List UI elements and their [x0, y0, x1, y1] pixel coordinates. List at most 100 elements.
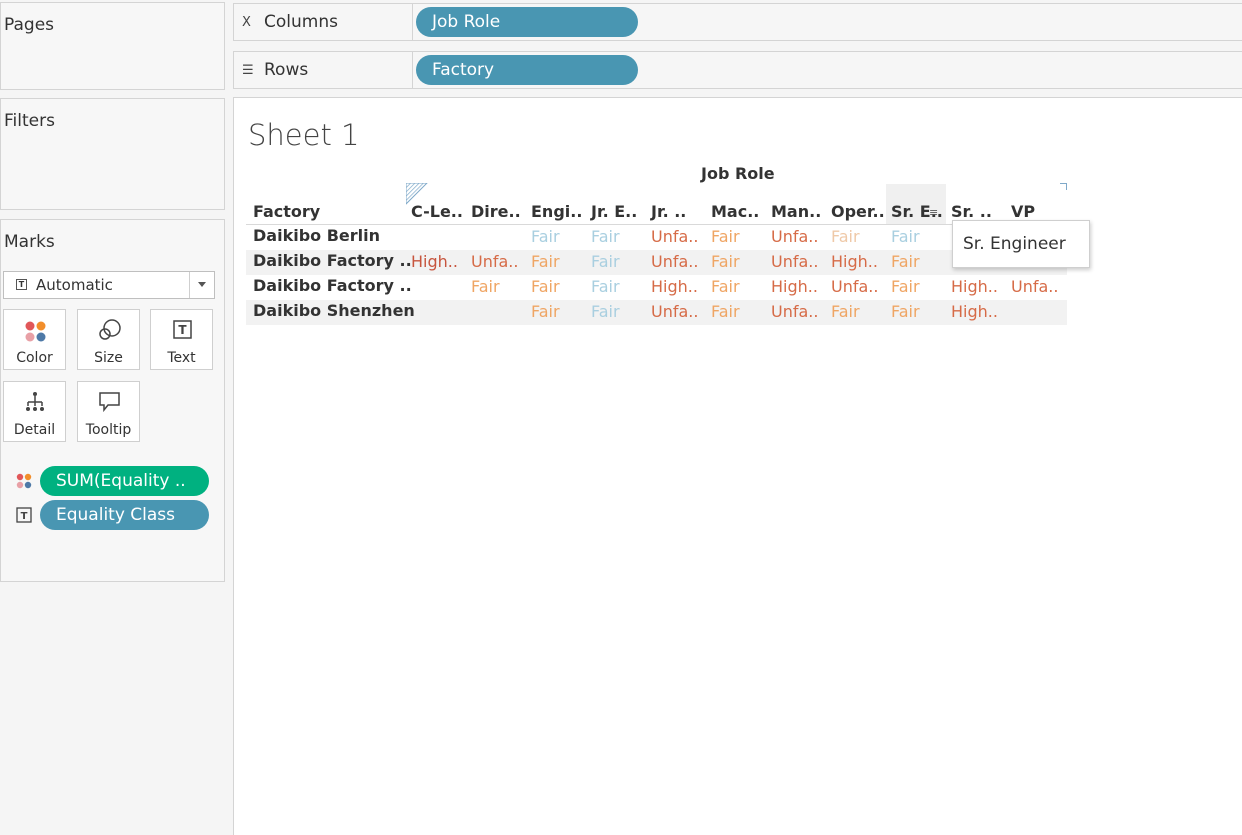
rows-shelf[interactable]: ☰ Rows Factory [233, 51, 1242, 89]
text-field-icon: T [16, 507, 32, 523]
pages-card[interactable]: Pages [0, 2, 225, 90]
factory-pill-label: Factory [432, 60, 495, 80]
header-tooltip: Sr. Engineer [952, 220, 1090, 268]
color-field-icon [16, 473, 32, 489]
size-label: Size [94, 350, 123, 366]
table-cell[interactable]: High.. [651, 277, 698, 296]
table-cell[interactable]: Fair [891, 302, 920, 321]
sum-equality-pill[interactable]: SUM(Equality .. [40, 466, 209, 496]
table-cell[interactable]: Fair [891, 277, 920, 296]
table-cell[interactable]: Fair [891, 227, 920, 246]
table-cell[interactable]: High.. [831, 252, 878, 271]
corner-marker [1060, 183, 1067, 190]
rows-label: Rows [264, 60, 309, 80]
color-button[interactable]: Color [3, 309, 66, 370]
table-cell[interactable]: Fair [711, 302, 740, 321]
worksheet-view[interactable]: Sheet 1 Job Role Factory C-Le.. Dire.. Eng… [233, 97, 1242, 835]
text-mark-icon: T [16, 279, 27, 290]
row-header[interactable]: Daikibo Factory .. [253, 251, 412, 270]
columns-icon: Ⅹ [242, 14, 251, 30]
sort-icon[interactable]: ≡ [929, 206, 938, 219]
table-cell[interactable]: Unfa.. [651, 302, 698, 321]
column-header[interactable]: Sr. .. [951, 202, 992, 221]
table-cell[interactable]: Fair [591, 227, 620, 246]
table-cell[interactable]: Fair [711, 252, 740, 271]
tooltip-label: Tooltip [85, 422, 132, 438]
table-cell[interactable]: Unfa.. [771, 302, 818, 321]
row-header[interactable]: Daikibo Berlin [253, 226, 380, 245]
marks-title: Marks [4, 232, 55, 252]
text-button[interactable]: T Text [150, 309, 213, 370]
table-cell[interactable]: Fair [591, 252, 620, 271]
pages-title: Pages [4, 15, 55, 35]
column-header[interactable]: Dire.. [471, 202, 521, 221]
sum-equality-label: SUM(Equality .. [56, 471, 186, 491]
columns-shelf-label: Ⅹ Columns [234, 4, 413, 40]
table-cell[interactable]: Fair [591, 277, 620, 296]
svg-text:T: T [178, 323, 187, 337]
columns-shelf[interactable]: Ⅹ Columns Job Role [233, 3, 1242, 41]
table-cell[interactable]: Fair [531, 252, 560, 271]
columns-label: Columns [264, 12, 338, 32]
text-label: Text [167, 350, 196, 366]
table-cell[interactable]: Fair [831, 227, 860, 246]
table-cell[interactable]: Fair [711, 227, 740, 246]
size-icon [99, 319, 121, 340]
column-header[interactable]: Jr. .. [651, 202, 686, 221]
table-cell[interactable]: Unfa.. [771, 252, 818, 271]
row-header[interactable]: Daikibo Shenzhen [253, 301, 415, 320]
table-cell[interactable]: Fair [711, 277, 740, 296]
table-cell[interactable]: High.. [771, 277, 818, 296]
column-header[interactable]: Jr. E.. [591, 202, 637, 221]
rows-icon: ☰ [242, 62, 254, 78]
row-header[interactable]: Daikibo Factory .. [253, 276, 412, 295]
column-header[interactable]: VP [1011, 202, 1035, 221]
table-cell[interactable]: Fair [471, 277, 500, 296]
table-cell[interactable]: Unfa.. [771, 227, 818, 246]
color-icon [25, 321, 46, 342]
tooltip-icon [99, 392, 120, 413]
factory-pill[interactable]: Factory [416, 55, 638, 85]
sheet-title: Sheet 1 [248, 118, 360, 152]
detail-label: Detail [13, 422, 56, 438]
filters-card[interactable]: Filters [0, 98, 225, 210]
text-icon: T [173, 320, 192, 339]
filters-title: Filters [4, 111, 55, 131]
column-header[interactable]: C-Le.. [411, 202, 463, 221]
table-cell[interactable]: Fair [831, 302, 860, 321]
table-cell[interactable]: Fair [591, 302, 620, 321]
detail-icon [26, 392, 44, 411]
mark-type-dropdown[interactable]: T Automatic [3, 271, 215, 299]
tooltip-button[interactable]: Tooltip [77, 381, 140, 442]
job-role-pill-label: Job Role [432, 12, 501, 32]
detail-button[interactable]: Detail [3, 381, 66, 442]
table-cell[interactable]: Unfa.. [651, 227, 698, 246]
equality-class-pill[interactable]: Equality Class [40, 500, 209, 530]
table-cell[interactable]: Unfa.. [831, 277, 878, 296]
column-header[interactable]: Mac.. [711, 202, 759, 221]
dropdown-divider [189, 272, 190, 298]
chevron-down-icon[interactable] [198, 282, 206, 287]
factory-header[interactable]: Factory [253, 202, 320, 221]
rows-shelf-label: ☰ Rows [234, 52, 413, 88]
table-cell[interactable]: High.. [951, 277, 998, 296]
column-header[interactable]: Man.. [771, 202, 821, 221]
svg-text:T: T [21, 511, 28, 522]
column-header[interactable]: Oper.. [831, 202, 885, 221]
table-cell[interactable]: High.. [951, 302, 998, 321]
job-role-pill[interactable]: Job Role [416, 7, 638, 37]
table-cell[interactable]: Unfa.. [471, 252, 518, 271]
table-cell[interactable]: Unfa.. [651, 252, 698, 271]
table-cell[interactable]: Fair [891, 252, 920, 271]
table-cell[interactable]: Fair [531, 277, 560, 296]
size-button[interactable]: Size [77, 309, 140, 370]
table-cell[interactable]: Fair [531, 227, 560, 246]
table-cell[interactable]: Fair [531, 302, 560, 321]
mark-type-label: Automatic [36, 276, 113, 294]
table-cell[interactable]: High.. [411, 252, 458, 271]
column-header[interactable]: Engi.. [531, 202, 582, 221]
job-role-axis-title: Job Role [701, 164, 775, 183]
color-label: Color [16, 350, 53, 366]
equality-class-label: Equality Class [56, 505, 176, 525]
table-cell[interactable]: Unfa.. [1011, 277, 1058, 296]
